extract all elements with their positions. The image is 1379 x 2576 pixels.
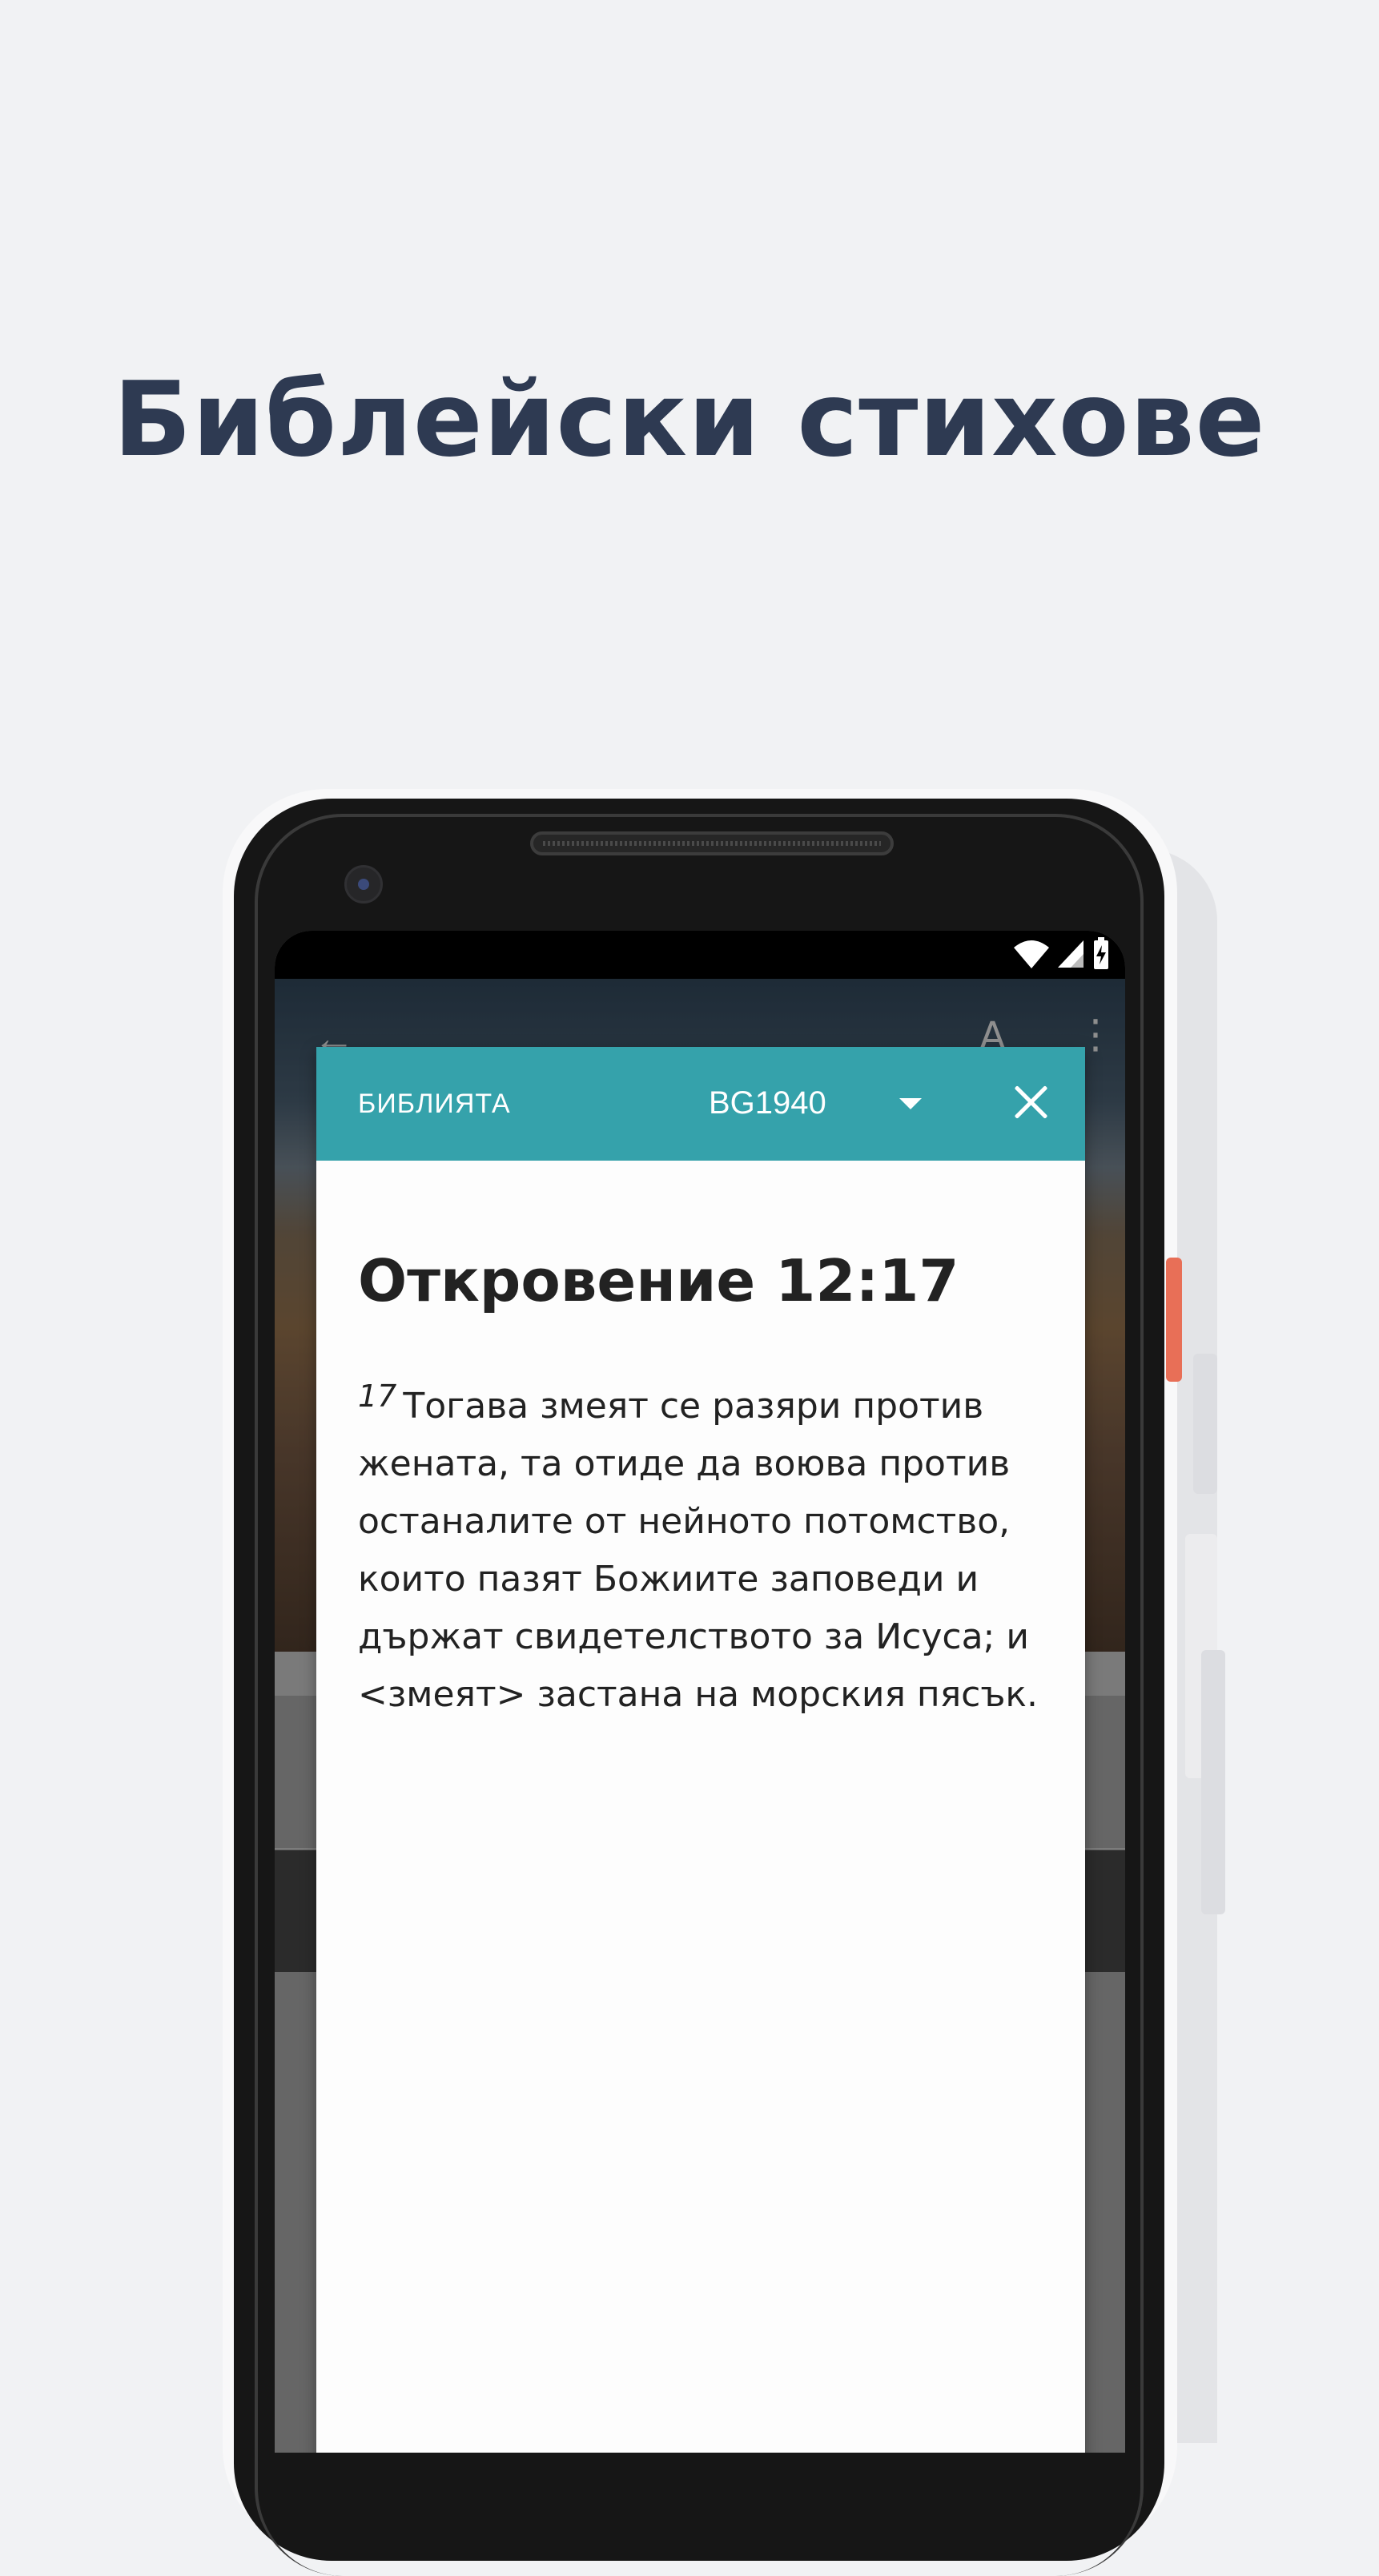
phone-speaker bbox=[530, 831, 894, 855]
bible-source-label: БИБЛИЯТА bbox=[358, 1089, 511, 1119]
page-headline: Библейски стихове bbox=[113, 360, 1266, 480]
phone-screen: ← A ⋮ БИБЛИЯТА BG1940 Откровение 12:17 1… bbox=[275, 931, 1125, 2453]
verse-popup: БИБЛИЯТА BG1940 Откровение 12:17 17 Тогав… bbox=[316, 1047, 1085, 2453]
verse-text: Тогава змеят се разяри против жената, та… bbox=[358, 1386, 1038, 1715]
front-camera bbox=[344, 865, 383, 904]
phone-side-button bbox=[1193, 1354, 1217, 1494]
verse-body: 17 Тогава змеят се разяри против жената, … bbox=[358, 1367, 1039, 1724]
verse-reference: Откровение 12:17 bbox=[358, 1247, 959, 1314]
version-selector[interactable]: BG1940 bbox=[709, 1085, 826, 1121]
close-icon[interactable] bbox=[1007, 1079, 1055, 1127]
wifi-icon bbox=[1014, 940, 1049, 968]
status-bar bbox=[275, 931, 1125, 979]
signal-icon bbox=[1058, 940, 1084, 968]
popup-header: БИБЛИЯТА BG1940 bbox=[316, 1047, 1085, 1161]
chevron-down-icon[interactable] bbox=[899, 1098, 922, 1109]
battery-charging-icon bbox=[1094, 937, 1108, 969]
phone-power-button bbox=[1166, 1258, 1182, 1382]
verse-number: 17 bbox=[358, 1379, 397, 1414]
phone-side-button bbox=[1201, 1650, 1225, 1914]
